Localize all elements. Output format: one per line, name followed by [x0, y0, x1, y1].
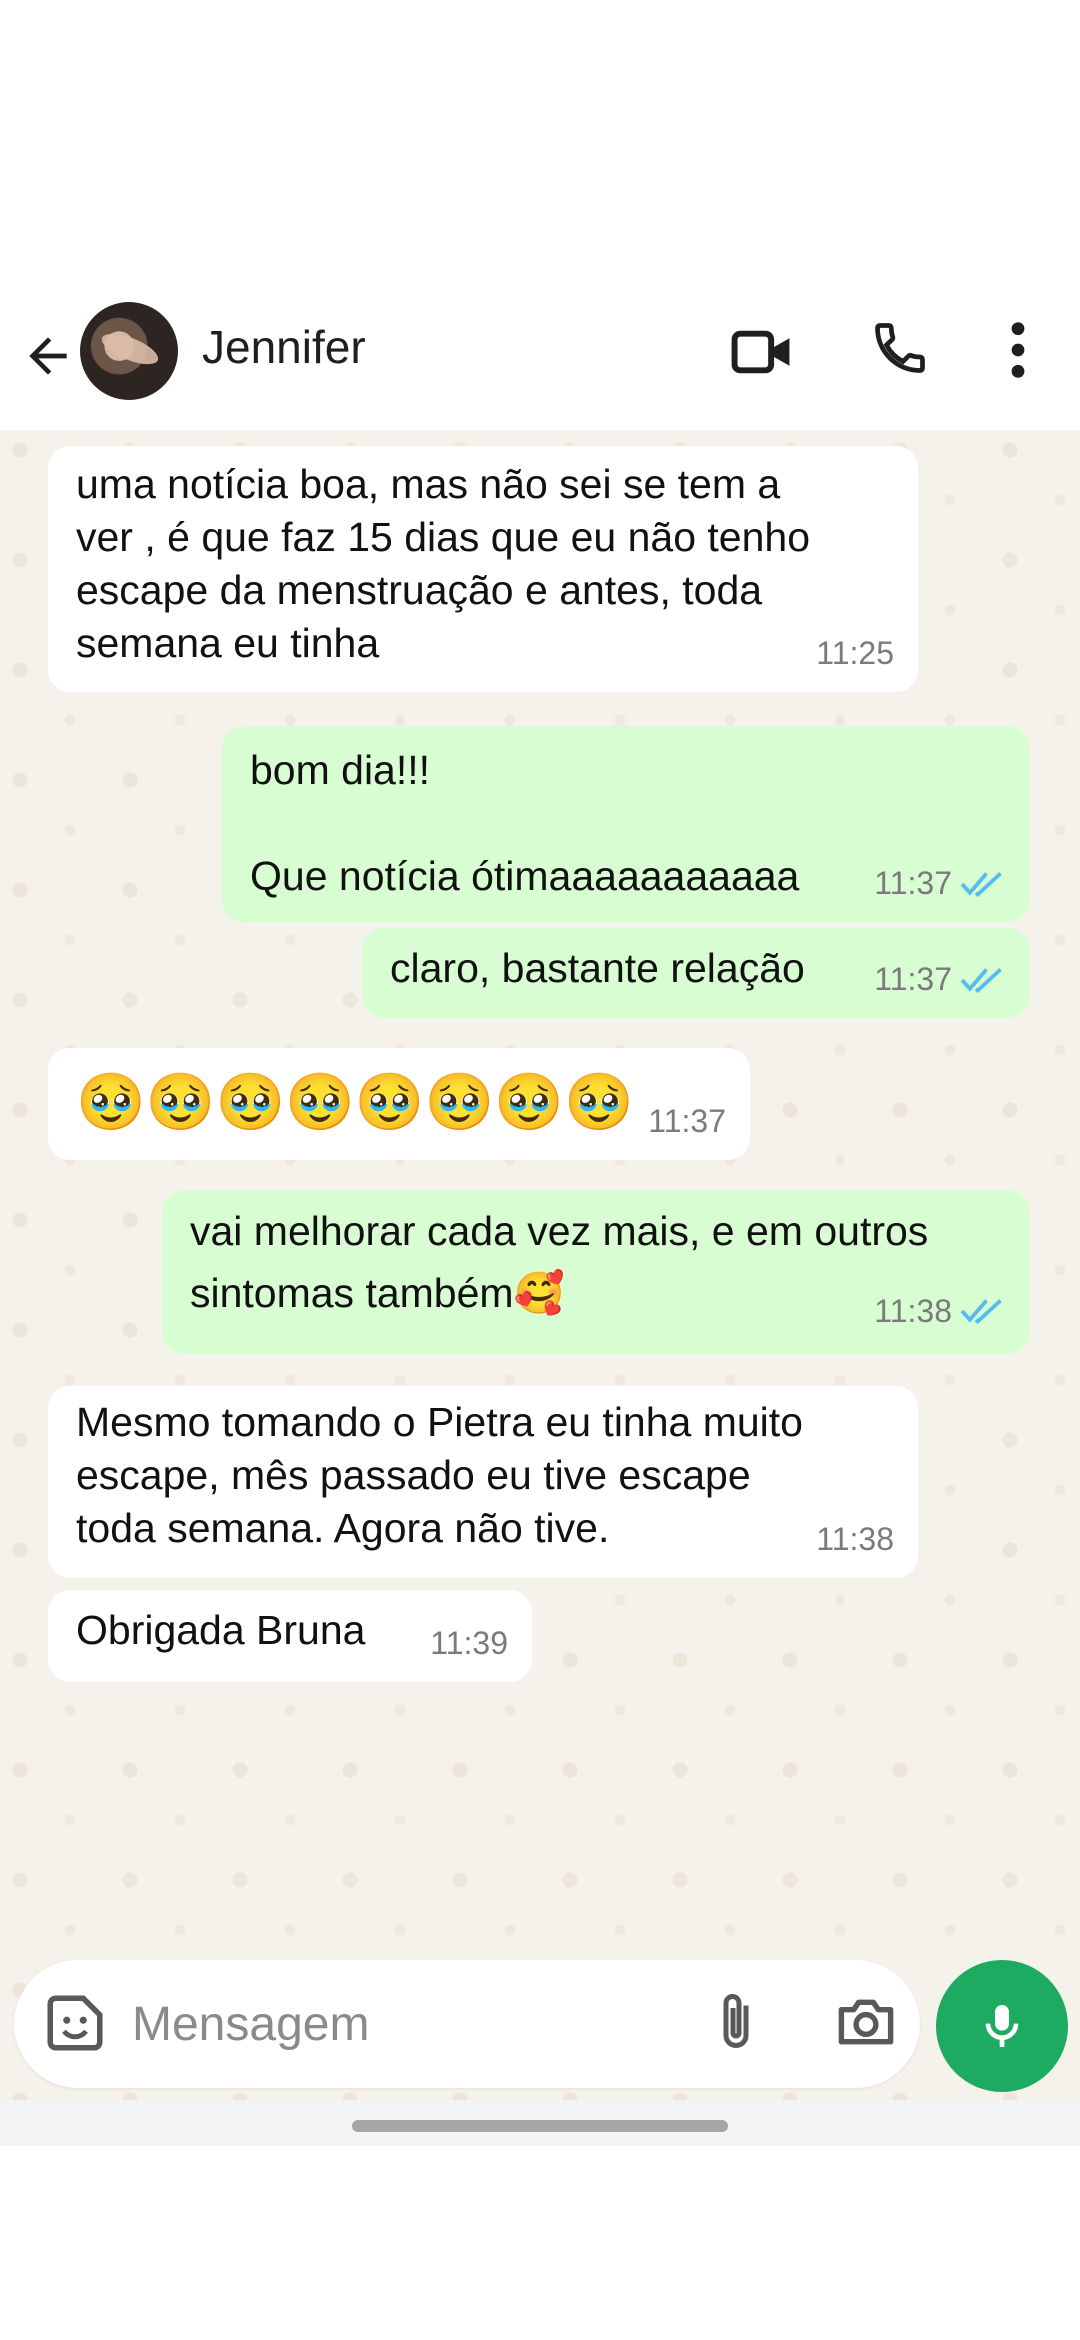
message-time: 11:37: [648, 1103, 726, 1139]
message-incoming[interactable]: uma notícia boa, mas não sei se tem a ve…: [48, 446, 918, 692]
message-time: 11:39: [430, 1625, 508, 1661]
back-arrow-icon[interactable]: [20, 328, 76, 384]
contact-name[interactable]: Jennifer: [202, 320, 366, 374]
read-ticks-icon: [960, 967, 1002, 993]
message-outgoing[interactable]: vai melhorar cada vez mais, e em outros …: [162, 1190, 1030, 1354]
sticker-icon[interactable]: [42, 1990, 108, 2056]
attach-icon[interactable]: [706, 1988, 766, 2058]
message-text: Mesmo tomando o Pietra eu tinha muito es…: [76, 1399, 803, 1551]
message-incoming[interactable]: Mesmo tomando o Pietra eu tinha muito es…: [48, 1386, 918, 1578]
message-time: 11:38: [816, 1521, 894, 1557]
voice-call-icon[interactable]: [870, 318, 930, 378]
message-time: 11:38: [874, 1293, 952, 1329]
chat-header: Jennifer: [0, 290, 1080, 430]
message-incoming[interactable]: 🥹🥹🥹🥹🥹🥹🥹🥹 11:37: [48, 1048, 750, 1160]
message-text: 🥹🥹🥹🥹🥹🥹🥹🥹: [76, 1070, 634, 1133]
chat-messages-area[interactable]: uma notícia boa, mas não sei se tem a ve…: [0, 430, 1080, 2100]
more-vert-icon[interactable]: [1000, 318, 1036, 382]
message-outgoing[interactable]: claro, bastante relação 11:37: [362, 928, 1030, 1018]
home-indicator[interactable]: [352, 2120, 728, 2132]
read-ticks-icon: [960, 1299, 1002, 1325]
message-composer: [14, 1960, 920, 2088]
whatsapp-chat-screen: Jennifer uma notícia boa, mas não sei se…: [0, 0, 1080, 2340]
mic-icon: [985, 2005, 1019, 2047]
camera-icon[interactable]: [834, 1992, 898, 2052]
message-incoming[interactable]: Obrigada Bruna 11:39: [48, 1590, 532, 1682]
avatar[interactable]: [80, 302, 178, 400]
video-call-icon[interactable]: [730, 324, 794, 380]
message-outgoing[interactable]: bom dia!!! Que notícia ótimaaaaaaaaaaa 1…: [222, 726, 1030, 922]
mic-button[interactable]: [936, 1960, 1068, 2092]
read-ticks-icon: [960, 871, 1002, 897]
message-text: uma notícia boa, mas não sei se tem a ve…: [76, 461, 810, 666]
message-time: 11:37: [874, 865, 952, 901]
message-time: 11:25: [816, 635, 894, 671]
message-input[interactable]: [132, 1984, 692, 2064]
message-time: 11:37: [874, 961, 952, 997]
